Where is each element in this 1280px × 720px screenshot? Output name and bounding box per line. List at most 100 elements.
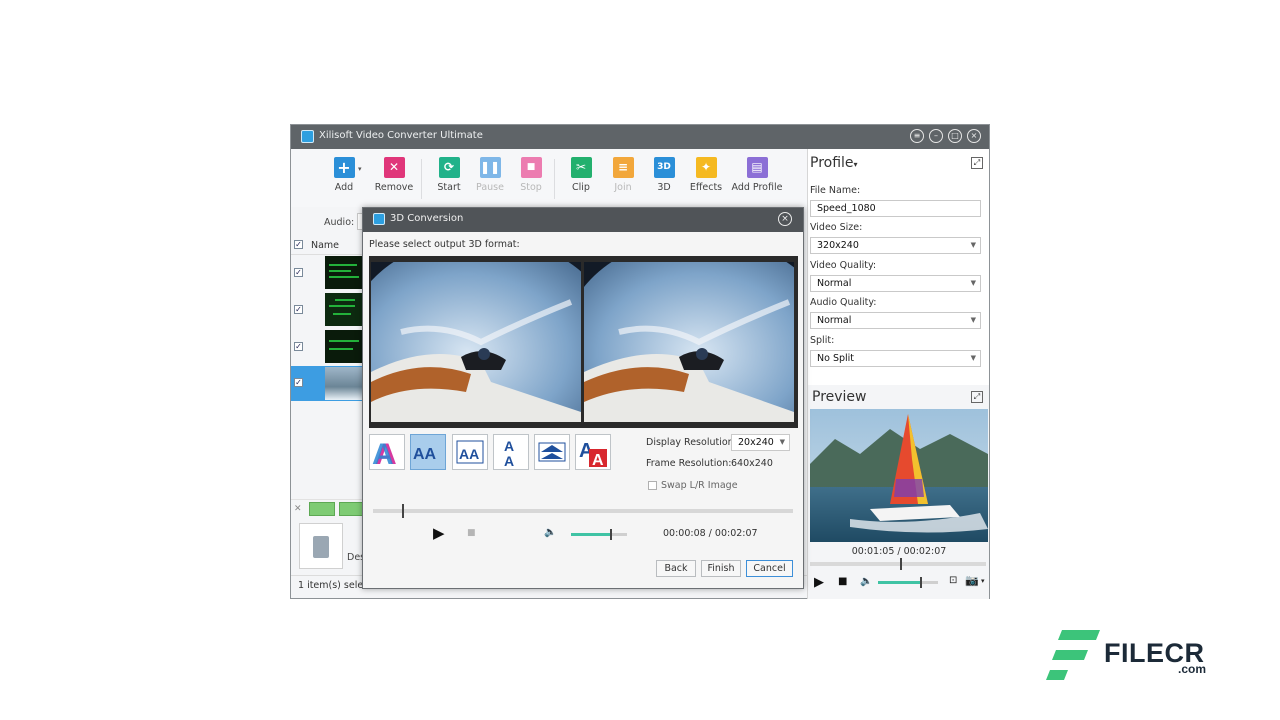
side-by-side-half-mode-button[interactable]: AA bbox=[452, 434, 488, 470]
filecr-domain-text: .com bbox=[1178, 662, 1207, 676]
close-icon[interactable]: × bbox=[967, 129, 981, 143]
add-profile-label: Add Profile bbox=[731, 182, 783, 193]
dialog-seek-bar[interactable] bbox=[373, 504, 793, 518]
preview-seek-bar[interactable] bbox=[810, 558, 986, 570]
swap-lr-label: Swap L/R Image bbox=[661, 480, 738, 491]
name-column-header[interactable]: Name bbox=[311, 240, 339, 251]
stereo-preview bbox=[369, 256, 798, 428]
audio-label: Audio: bbox=[324, 217, 355, 228]
profile-panel: Profile▾ ⤢ File Name: Speed_1080 Video S… bbox=[807, 149, 989, 385]
row-checkbox[interactable]: ✓ bbox=[294, 268, 303, 277]
stop-icon: ■ bbox=[520, 157, 542, 178]
stop-icon[interactable]: ■ bbox=[467, 528, 476, 538]
stop-label: Stop bbox=[520, 182, 542, 193]
swap-lr-checkbox[interactable] bbox=[648, 481, 657, 490]
volume-slider[interactable] bbox=[571, 529, 627, 540]
select-all-checkbox[interactable]: ✓ bbox=[294, 240, 303, 249]
video-size-label: Video Size: bbox=[810, 222, 863, 233]
volume-slider[interactable] bbox=[878, 577, 938, 588]
audio-quality-select[interactable]: Normal ▼ bbox=[810, 312, 981, 329]
play-icon[interactable]: ▶ bbox=[433, 524, 445, 542]
expand-icon[interactable]: ⤢ bbox=[971, 157, 983, 169]
profile-title[interactable]: Profile▾ bbox=[810, 155, 858, 171]
effects-label: Effects bbox=[689, 182, 723, 193]
video-thumbnail bbox=[325, 330, 363, 363]
top-bottom-mode-button[interactable]: A A bbox=[493, 434, 529, 470]
row-checkbox[interactable]: ✓ bbox=[294, 305, 303, 314]
maximize-icon[interactable]: □ bbox=[948, 129, 962, 143]
volume-icon[interactable]: 🔈 bbox=[544, 527, 556, 538]
preview-panel: Preview ⤢ 00:01:05 / 00:02:07 ▶ ■ 🔈 ⊡ 📷 … bbox=[807, 385, 989, 599]
add-dropdown-icon[interactable]: ▾ bbox=[358, 165, 362, 173]
side-by-side-mode-button[interactable]: AA bbox=[410, 434, 446, 470]
minimize-icon[interactable]: – bbox=[929, 129, 943, 143]
remove-button[interactable]: ✕ Remove bbox=[369, 157, 419, 193]
add-button[interactable]: + Add bbox=[319, 157, 369, 193]
right-eye-image bbox=[584, 262, 794, 422]
video-quality-value: Normal bbox=[817, 278, 852, 289]
side-by-side-icon: AA bbox=[413, 446, 437, 463]
frame-resolution-label: Frame Resolution: bbox=[646, 458, 732, 469]
toolbar-divider bbox=[554, 159, 555, 199]
seek-handle[interactable] bbox=[402, 504, 404, 518]
finish-button[interactable]: Finish bbox=[701, 560, 741, 577]
waveform-strip: ✕ bbox=[291, 499, 363, 517]
dropdown-caret-icon: ▼ bbox=[970, 354, 976, 362]
top-bottom-half-icon bbox=[538, 442, 566, 462]
device-profile-box[interactable] bbox=[299, 523, 343, 569]
dialog-prompt: Please select output 3D format: bbox=[369, 239, 520, 250]
sailboat-image bbox=[810, 409, 988, 542]
effects-button[interactable]: ✦ Effects bbox=[681, 157, 731, 193]
menu-icon[interactable]: ≡ bbox=[910, 129, 924, 143]
frame-resolution-value: 640x240 bbox=[731, 458, 773, 469]
video-quality-label: Video Quality: bbox=[810, 260, 877, 271]
top-bottom-icon: A A bbox=[504, 438, 514, 469]
3d-conversion-dialog: 3D Conversion × Please select output 3D … bbox=[362, 207, 804, 589]
chevron-down-icon: ▾ bbox=[853, 160, 858, 169]
top-bottom-half-mode-button[interactable] bbox=[534, 434, 570, 470]
red-blue-mode-button[interactable]: A A bbox=[575, 434, 611, 470]
video-size-select[interactable]: 320x240 ▼ bbox=[810, 237, 981, 254]
split-select[interactable]: No Split ▼ bbox=[810, 350, 981, 367]
dialog-time: 00:00:08 / 00:02:07 bbox=[663, 528, 758, 539]
anaglyph-icon: A A bbox=[372, 438, 397, 471]
expand-icon[interactable]: ⤢ bbox=[971, 391, 983, 403]
remove-label: Remove bbox=[374, 182, 414, 193]
anaglyph-mode-button[interactable]: A A bbox=[369, 434, 405, 471]
close-icon[interactable]: × bbox=[778, 212, 792, 226]
add-icon: + bbox=[333, 157, 355, 178]
left-eye-image bbox=[371, 262, 581, 422]
split-value: No Split bbox=[817, 353, 855, 364]
close-strip-icon[interactable]: ✕ bbox=[294, 504, 302, 514]
remove-icon: ✕ bbox=[383, 157, 405, 178]
video-size-value: 320x240 bbox=[817, 240, 859, 251]
display-resolution-select[interactable]: 20x240 ▼ bbox=[731, 434, 790, 451]
list-item[interactable]: ✓ bbox=[291, 329, 363, 366]
cancel-button[interactable]: Cancel bbox=[746, 560, 793, 577]
side-by-side-half-icon: AA bbox=[456, 440, 484, 464]
file-name-input[interactable]: Speed_1080 bbox=[810, 200, 981, 217]
video-quality-select[interactable]: Normal ▼ bbox=[810, 275, 981, 292]
play-icon[interactable]: ▶ bbox=[814, 575, 824, 590]
title-bar: Xilisoft Video Converter Ultimate ≡ – □ … bbox=[291, 125, 989, 149]
file-name-value: Speed_1080 bbox=[817, 203, 876, 214]
list-item[interactable]: ✓ bbox=[291, 255, 363, 292]
back-button[interactable]: Back bbox=[656, 560, 696, 577]
stop-icon[interactable]: ■ bbox=[838, 576, 847, 587]
camera-icon[interactable]: 📷 bbox=[965, 574, 979, 587]
row-checkbox[interactable]: ✓ bbox=[294, 378, 303, 387]
volume-icon[interactable]: 🔈 bbox=[860, 576, 872, 587]
row-checkbox[interactable]: ✓ bbox=[294, 342, 303, 351]
svg-text:AA: AA bbox=[413, 446, 437, 463]
list-item[interactable]: ✓ bbox=[291, 366, 363, 401]
add-profile-button[interactable]: ▤ Add Profile bbox=[731, 157, 783, 193]
display-resolution-label: Display Resolution: bbox=[646, 437, 737, 448]
seek-handle[interactable] bbox=[900, 558, 902, 570]
dropdown-caret-icon: ▼ bbox=[970, 316, 976, 324]
start-icon: ⟳ bbox=[438, 157, 460, 178]
chevron-down-icon[interactable]: ▾ bbox=[981, 577, 985, 585]
snapshot-folder-icon[interactable]: ⊡ bbox=[949, 575, 957, 586]
dialog-title-bar: 3D Conversion × bbox=[363, 208, 803, 232]
list-item[interactable]: ✓ bbox=[291, 292, 363, 329]
stop-button[interactable]: ■ Stop bbox=[506, 157, 556, 193]
